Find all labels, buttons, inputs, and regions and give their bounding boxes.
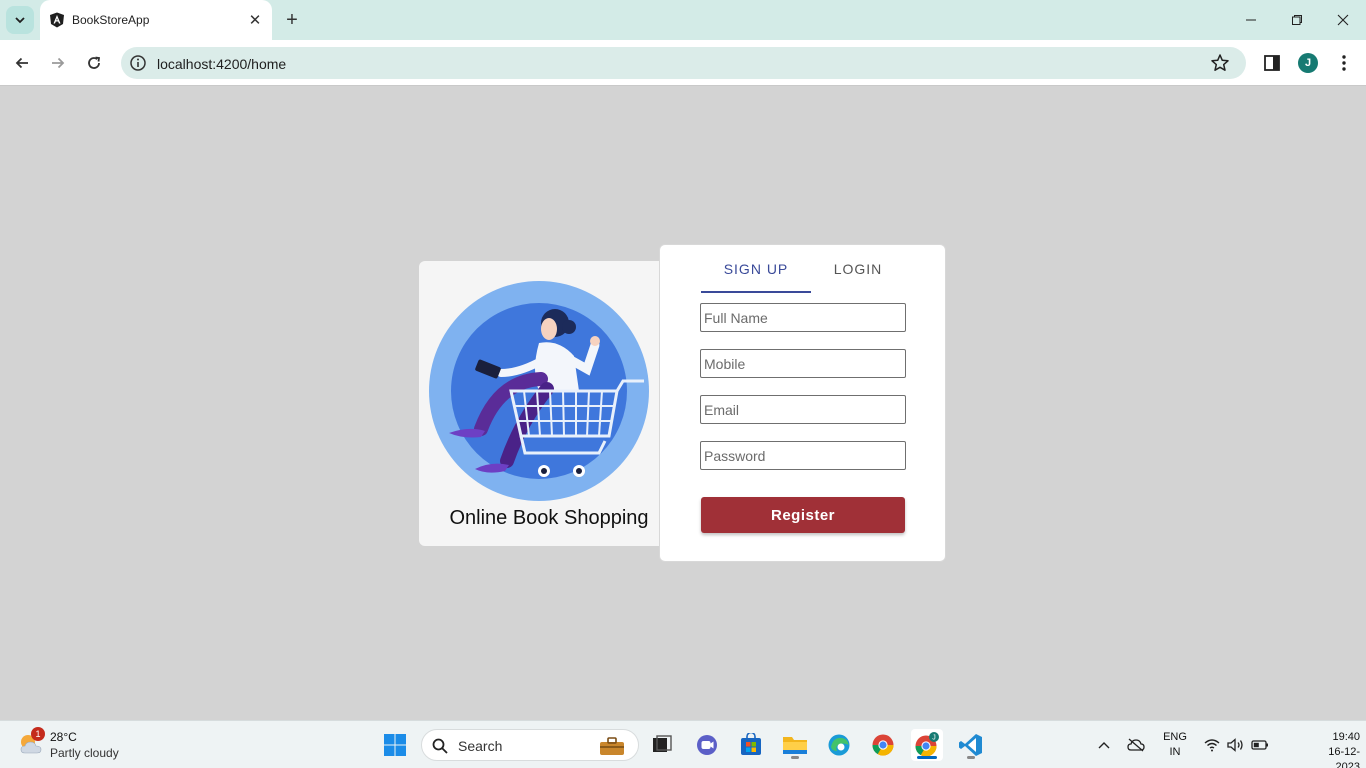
weather-temperature[interactable]: 28°C [50, 730, 77, 744]
task-view-app[interactable] [646, 729, 678, 761]
register-button[interactable]: Register [701, 497, 905, 533]
onedrive-tray[interactable] [1126, 721, 1146, 768]
close-tab-icon[interactable]: ✕ [245, 10, 265, 30]
svg-text:J: J [932, 735, 936, 742]
weather-notification-badge: 1 [31, 727, 45, 741]
file-explorer-app[interactable] [779, 729, 811, 761]
browser-tab-active[interactable]: BookStoreApp ✕ [40, 0, 272, 40]
chevron-up-icon [1098, 742, 1110, 749]
angular-icon [50, 12, 64, 28]
vscode-app[interactable] [955, 729, 987, 761]
url-text: localhost:4200/home [157, 56, 287, 72]
tab-search-button[interactable] [6, 6, 34, 34]
teams-app[interactable] [691, 729, 723, 761]
vscode-icon [959, 734, 982, 756]
teams-chat-icon [697, 735, 717, 755]
chrome-profile-app[interactable]: J [911, 729, 943, 761]
site-info-icon[interactable] [129, 54, 147, 72]
clock-date: 16-12-2023 [1328, 746, 1360, 768]
hero-caption: Online Book Shopping [449, 507, 649, 529]
clock-time: 19:40 [1332, 731, 1360, 743]
clock[interactable]: 19:40 16-12-2023 [1304, 730, 1360, 768]
speaker-icon [1227, 738, 1243, 752]
language-indicator[interactable]: ENG IN [1159, 730, 1191, 760]
edge-app[interactable] [823, 729, 855, 761]
chrome-app[interactable] [867, 729, 899, 761]
briefcase-icon [600, 737, 624, 755]
email-field[interactable] [700, 395, 906, 424]
address-bar[interactable]: localhost:4200/home [121, 47, 1246, 79]
tab-title: BookStoreApp [72, 13, 150, 27]
running-indicator [967, 756, 975, 759]
restore-icon[interactable] [1284, 8, 1310, 32]
weather-description[interactable]: Partly cloudy [50, 746, 119, 760]
browser-toolbar: localhost:4200/home J [0, 40, 1366, 86]
bookmark-star-icon[interactable] [1210, 53, 1230, 73]
region-code: IN [1169, 746, 1181, 758]
mobile-field[interactable] [700, 349, 906, 378]
taskbar-search-box[interactable]: Search [421, 729, 639, 761]
reload-icon[interactable] [81, 50, 107, 76]
task-view-icon [653, 735, 672, 752]
chrome-icon [872, 734, 894, 756]
tab-login[interactable]: LOGIN [823, 255, 893, 293]
search-icon [432, 738, 448, 754]
edge-icon [828, 734, 850, 756]
profile-avatar[interactable]: J [1298, 53, 1318, 73]
battery-icon [1251, 740, 1268, 750]
running-indicator [791, 756, 799, 759]
wifi-tray[interactable] [1202, 721, 1222, 768]
chevron-down-icon [15, 17, 25, 24]
active-indicator [917, 756, 937, 759]
password-field[interactable] [700, 441, 906, 470]
chrome-profile-icon: J [915, 732, 939, 757]
auth-form-card: SIGN UP LOGIN Register [659, 244, 946, 562]
store-icon [741, 733, 761, 755]
cloud-offline-icon [1127, 738, 1145, 752]
browser-tab-strip: BookStoreApp ✕ + [0, 0, 1366, 40]
wifi-icon [1204, 739, 1220, 752]
hero-card: Online Book Shopping [419, 261, 669, 546]
side-panel-icon[interactable] [1262, 53, 1282, 73]
new-tab-plus-icon[interactable]: + [281, 9, 303, 31]
windows-taskbar: 1 28°C Partly cloudy Search J ENG IN 19:… [0, 720, 1366, 768]
language-code: ENG [1163, 731, 1187, 743]
active-tab-indicator [701, 291, 811, 293]
battery-tray[interactable] [1250, 721, 1270, 768]
full-name-field[interactable] [700, 303, 906, 332]
search-label: Search [458, 738, 503, 754]
file-explorer-icon [783, 737, 807, 754]
tab-signup[interactable]: SIGN UP [701, 255, 811, 293]
shopping-cart-illustration [429, 281, 649, 501]
window-close-icon[interactable] [1330, 8, 1356, 32]
store-app[interactable] [735, 729, 767, 761]
show-hidden-icons[interactable] [1094, 721, 1114, 768]
minimize-icon[interactable] [1238, 8, 1264, 32]
back-arrow-icon[interactable] [9, 50, 35, 76]
forward-arrow-icon[interactable] [45, 50, 71, 76]
windows-start-icon[interactable] [383, 733, 407, 757]
volume-tray[interactable] [1226, 721, 1246, 768]
more-menu-icon[interactable] [1334, 53, 1354, 73]
